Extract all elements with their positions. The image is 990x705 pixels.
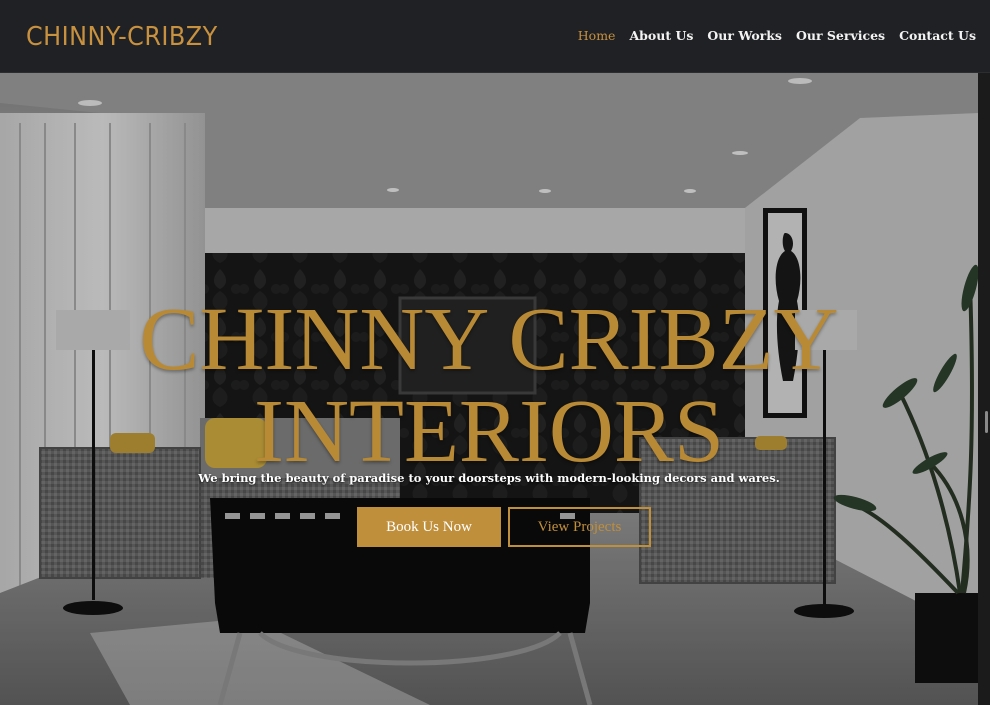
nav-item-about-us[interactable]: About Us [629, 28, 693, 43]
nav-item-home[interactable]: Home [578, 28, 616, 43]
site-logo[interactable]: CHINNY-CRIBZY [26, 22, 218, 52]
top-navbar: CHINNY-CRIBZY Home About Us Our Works Ou… [0, 0, 990, 73]
hero-title-line-1: CHINNY CRIBZY [139, 290, 839, 389]
nav-item-our-works[interactable]: Our Works [707, 28, 782, 43]
main-nav: Home About Us Our Works Our Services Con… [564, 28, 976, 43]
view-projects-button[interactable]: View Projects [508, 507, 651, 547]
scrollbar-thumb[interactable] [985, 411, 988, 433]
hero-section: CHINNY CRIBZY INTERIORS We bring the bea… [0, 73, 978, 705]
hero-title-line-2: INTERIORS [254, 382, 724, 481]
page-scrollbar[interactable] [978, 73, 990, 705]
hero-tagline: We bring the beauty of paradise to your … [198, 471, 780, 485]
book-us-now-button[interactable]: Book Us Now [357, 507, 501, 547]
nav-item-contact-us[interactable]: Contact Us [899, 28, 976, 43]
nav-item-our-services[interactable]: Our Services [796, 28, 885, 43]
